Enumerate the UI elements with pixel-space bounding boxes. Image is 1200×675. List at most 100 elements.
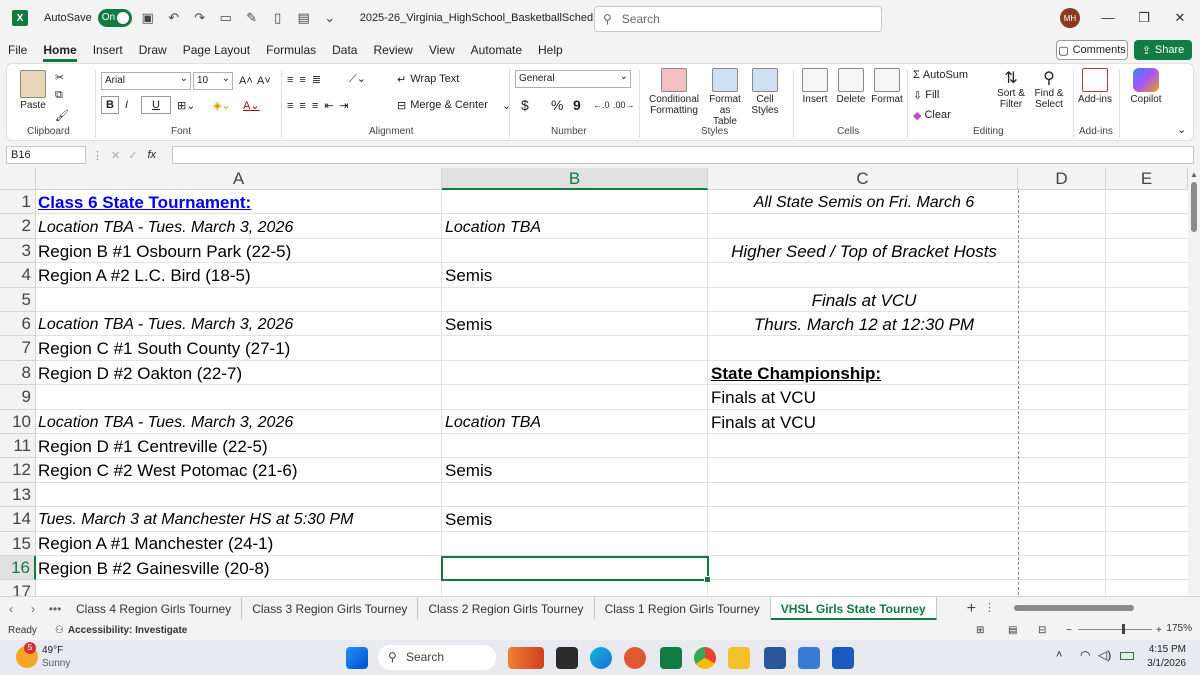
row-header-14[interactable]: 14 <box>0 507 36 532</box>
task-view-icon[interactable] <box>556 647 578 669</box>
cell-c6[interactable]: Thurs. March 12 at 12:30 PM <box>708 313 1018 337</box>
sheet-tab-class-4[interactable]: Class 4 Region Girls Tourney <box>66 596 243 621</box>
taskbar-search-input[interactable]: ⚲ Search <box>378 645 496 670</box>
sheet-tab-class-3[interactable]: Class 3 Region Girls Tourney <box>242 596 419 621</box>
find-select-button[interactable]: ⚲ Find & Select <box>1031 68 1067 110</box>
autosave-toggle[interactable]: On <box>97 9 132 27</box>
zoom-level[interactable]: 175% <box>1166 623 1192 634</box>
cell-a6[interactable]: Location TBA - Tues. March 3, 2026 <box>36 313 293 337</box>
page-layout-view-icon[interactable]: ▤ <box>1008 625 1017 636</box>
row-header-3[interactable]: 3 <box>0 238 36 264</box>
cell-c10[interactable]: Finals at VCU <box>709 411 816 435</box>
chevron-right-icon[interactable]: › <box>22 602 44 616</box>
accessibility-status[interactable]: Accessibility: Investigate <box>68 625 188 636</box>
column-header-e[interactable]: E <box>1106 168 1188 190</box>
increase-font-icon[interactable]: A˄ <box>239 72 253 90</box>
sheet-tab-vhsl-state[interactable]: VHSL Girls State Tourney <box>770 596 937 621</box>
scrollbar-thumb[interactable] <box>1191 182 1197 232</box>
clear-button[interactable]: ◆ Clear <box>913 106 951 124</box>
word-icon[interactable] <box>764 647 786 669</box>
weather-widget[interactable]: 49°F Sunny <box>42 644 70 670</box>
row-header-7[interactable]: 7 <box>0 336 36 361</box>
borders-icon[interactable]: ⊞⌄ <box>177 96 195 114</box>
column-header-a[interactable]: A <box>36 168 442 190</box>
row-header-8[interactable]: 8 <box>0 360 36 386</box>
vertical-align-icons[interactable]: ≡≡≣ <box>287 70 327 88</box>
cell-a16[interactable]: Region B #2 Gainesville (20-8) <box>36 557 270 581</box>
normal-view-icon[interactable]: ⊞ <box>976 625 984 636</box>
row-header-5[interactable]: 5 <box>0 287 36 312</box>
cell-b12[interactable]: Semis <box>443 459 492 483</box>
notepad-icon[interactable] <box>798 647 820 669</box>
row-header-16[interactable]: 16 <box>0 556 36 581</box>
share-button[interactable]: ⇪ Share <box>1134 40 1192 60</box>
customize-qat-icon[interactable]: ⌄ <box>320 8 340 28</box>
cell-c8[interactable]: State Championship: <box>709 362 881 386</box>
conditional-formatting-button[interactable]: Conditional Formatting <box>643 68 705 116</box>
new-file-icon[interactable]: ▯ <box>268 8 288 28</box>
tab-file[interactable]: File <box>0 38 35 62</box>
zoom-in-icon[interactable]: + <box>1156 625 1162 636</box>
merge-center-button[interactable]: ⊟ Merge & Center ⌄ <box>397 96 511 114</box>
active-cell-b16[interactable] <box>441 556 711 583</box>
tab-review[interactable]: Review <box>365 38 420 62</box>
edit-icon[interactable]: ✎ <box>242 8 262 28</box>
cell-b10[interactable]: Location TBA <box>443 411 541 435</box>
cell-styles-button[interactable]: Cell Styles <box>747 68 783 116</box>
cut-icon[interactable]: ✂ <box>55 68 64 86</box>
increase-decimal-icon[interactable]: ←.0 <box>593 96 610 114</box>
close-icon[interactable]: ✕ <box>1170 8 1190 28</box>
cell-a10[interactable]: Location TBA - Tues. March 3, 2026 <box>36 411 293 435</box>
tab-page-layout[interactable]: Page Layout <box>175 38 258 62</box>
restore-icon[interactable]: ❐ <box>1134 8 1154 28</box>
sheet-tab-class-2[interactable]: Class 2 Region Girls Tourney <box>418 596 595 621</box>
font-color-icon[interactable]: A⌄ <box>243 96 260 114</box>
currency-button[interactable]: $ <box>521 96 529 114</box>
cell-c9[interactable]: Finals at VCU <box>709 386 816 410</box>
fill-color-icon[interactable]: ◈⌄ <box>213 96 231 114</box>
taskbar-clock[interactable]: 4:15 PM 3/1/2026 <box>1147 643 1186 671</box>
format-cells-button[interactable]: Format <box>869 68 905 105</box>
tab-options-icon[interactable]: ⋮ <box>984 601 995 614</box>
cell-a2[interactable]: Location TBA - Tues. March 3, 2026 <box>36 216 293 240</box>
row-header-12[interactable]: 12 <box>0 458 36 483</box>
row-header-4[interactable]: 4 <box>0 263 36 288</box>
cell-b14[interactable]: Semis <box>443 508 492 532</box>
percent-button[interactable]: % <box>551 96 563 114</box>
page-break-view-icon[interactable]: ⊟ <box>1038 625 1046 636</box>
more-options-icon[interactable]: ⋮ <box>92 149 103 162</box>
sort-filter-button[interactable]: ⇅ Sort & Filter <box>993 68 1029 110</box>
cell-b4[interactable]: Semis <box>443 264 492 288</box>
decrease-font-icon[interactable]: A˅ <box>257 72 271 90</box>
comma-button[interactable]: 9 <box>573 96 581 114</box>
tab-home[interactable]: Home <box>35 38 84 62</box>
more-sheets-button[interactable]: ••• <box>44 602 66 616</box>
column-header-d[interactable]: D <box>1018 168 1106 190</box>
copy-icon[interactable]: ⧉ <box>55 86 63 104</box>
cell-b6[interactable]: Semis <box>443 313 492 337</box>
speaker-icon[interactable]: ◁) <box>1098 648 1111 662</box>
cell-a11[interactable]: Region D #1 Centreville (22-5) <box>36 435 268 459</box>
bold-button[interactable]: B <box>101 96 119 114</box>
minimize-icon[interactable]: — <box>1098 8 1118 28</box>
row-header-11[interactable]: 11 <box>0 434 36 459</box>
cell-a12[interactable]: Region C #2 West Potomac (21-6) <box>36 459 298 483</box>
chevron-left-icon[interactable]: ‹ <box>0 602 22 616</box>
tab-view[interactable]: View <box>421 38 463 62</box>
vertical-scrollbar[interactable]: ▲ <box>1188 168 1200 596</box>
row-header-9[interactable]: 9 <box>0 385 36 410</box>
insert-cells-button[interactable]: Insert <box>797 68 833 105</box>
cell-a3[interactable]: Region B #1 Osbourn Park (22-5) <box>36 240 291 264</box>
italic-button[interactable]: I <box>125 96 128 114</box>
copilot-button[interactable]: Copilot <box>1125 68 1167 105</box>
comments-button[interactable]: ▢ Comments <box>1056 40 1128 60</box>
cell-a4[interactable]: Region A #2 L.C. Bird (18-5) <box>36 264 251 288</box>
collapse-ribbon-icon[interactable]: ⌄ <box>1177 120 1186 138</box>
row-header-6[interactable]: 6 <box>0 312 36 337</box>
tab-automate[interactable]: Automate <box>463 38 530 62</box>
addins-button[interactable]: Add-ins <box>1075 68 1115 105</box>
cell-a7[interactable]: Region C #1 South County (27-1) <box>36 337 290 361</box>
zoom-slider[interactable] <box>1078 629 1152 630</box>
formula-input[interactable] <box>172 146 1194 164</box>
redo-icon[interactable]: ↷ <box>190 8 210 28</box>
